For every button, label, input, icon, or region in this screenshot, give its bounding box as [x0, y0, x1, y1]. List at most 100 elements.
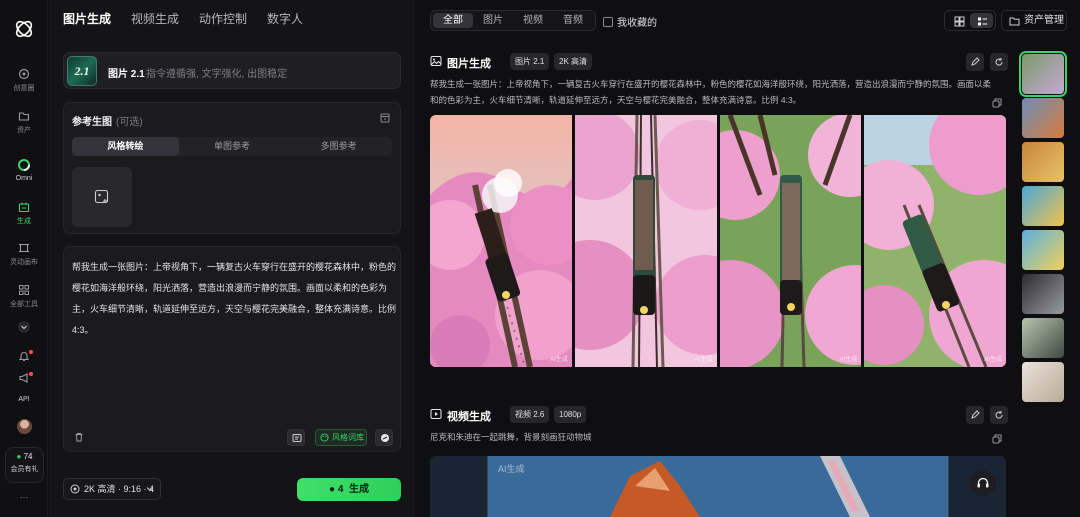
tab-video-generation[interactable]: 视频生成	[131, 10, 179, 28]
chevron-down-icon	[18, 321, 30, 333]
history-thumbnail[interactable]	[1022, 98, 1064, 138]
list-icon	[978, 17, 987, 26]
history-thumbnail[interactable]	[1022, 142, 1064, 182]
mode-multi-reference[interactable]: 多图参考	[285, 137, 392, 156]
history-thumbnail[interactable]	[1022, 186, 1064, 226]
model-selector[interactable]: 2.1 图片 2.1 指令遵循强, 文字强化, 出图稳定	[63, 52, 401, 89]
model-description: 指令遵循强, 文字强化, 出图稳定	[146, 69, 288, 80]
copy-icon[interactable]	[992, 98, 1002, 108]
rail-item-canvas[interactable]: 灵动画布	[0, 242, 48, 267]
trash-icon[interactable]	[74, 432, 84, 442]
history-thumbnail[interactable]	[1022, 362, 1064, 402]
folder-icon	[1009, 17, 1020, 26]
style-library-button[interactable]: 风格词库	[315, 429, 367, 446]
mode-style-transfer[interactable]: 风格转绘	[72, 137, 179, 156]
add-image-icon	[94, 189, 109, 204]
rail-label: 灵动画布	[10, 259, 38, 266]
image-section-title: 图片生成	[447, 58, 491, 70]
avatar[interactable]	[17, 419, 32, 434]
magic-icon	[381, 434, 389, 442]
api-link[interactable]: API	[0, 396, 48, 403]
output-settings-dropdown[interactable]: 2K 高清 · 9:16 · 4	[63, 478, 161, 500]
regenerate-button[interactable]	[990, 53, 1008, 71]
filter-images[interactable]: 图片	[473, 13, 513, 28]
tab-image-generation[interactable]: 图片生成	[63, 10, 111, 28]
model-tag: 图片 2.1	[510, 53, 550, 70]
support-button[interactable]	[970, 470, 996, 496]
announcements-button[interactable]	[0, 372, 48, 387]
announcement-dot	[29, 372, 33, 376]
filter-audio[interactable]: 音频	[553, 13, 593, 28]
model-name: 图片 2.1	[108, 69, 145, 80]
grid-view-button[interactable]	[947, 13, 970, 28]
list-view-button[interactable]	[970, 13, 993, 28]
tab-motion-control[interactable]: 动作控制	[199, 10, 247, 28]
rail-item-assets[interactable]: 资产	[0, 110, 48, 135]
rail-expand-button[interactable]	[0, 320, 48, 337]
refresh-icon	[995, 411, 1003, 419]
video-prompt-text: 尼克和朱迪在一起跳舞，背景刻画狂动物城	[430, 432, 592, 442]
generated-image[interactable]: AI生成	[574, 115, 717, 367]
rail-label: 生成	[17, 218, 31, 225]
credit-drop-icon: ●	[16, 452, 22, 461]
asset-management-label: 资产管理	[1024, 15, 1064, 26]
credits-badge[interactable]: ● 74 会员有礼	[5, 447, 44, 483]
generated-image[interactable]: AI生成	[430, 115, 572, 367]
prompt-editor[interactable]: 帮我生成一张图片：上帝视角下，一辆复古火车穿行在盛开的樱花森林中，粉色的樱花如海…	[63, 246, 401, 452]
chevron-down-icon	[146, 487, 154, 492]
edit-prompt-button[interactable]	[966, 53, 984, 71]
history-thumbnail[interactable]	[1022, 274, 1064, 314]
edit-prompt-button[interactable]	[966, 406, 984, 424]
notifications-button[interactable]	[0, 350, 48, 365]
model-thumbnail: 2.1	[67, 56, 97, 86]
prompt-enhance-button[interactable]	[375, 429, 393, 446]
checkbox[interactable]	[603, 17, 613, 27]
asset-feed: 全部 图片 视频 音频 我收藏的 资产管理 图片生成 图片 2.1 2K 高清 …	[416, 0, 1080, 517]
generate-button[interactable]: ● 4 生成	[297, 478, 401, 501]
history-thumbnail[interactable]	[1022, 318, 1064, 358]
folder-icon	[18, 112, 30, 121]
pencil-icon	[971, 410, 980, 419]
history-thumbnail[interactable]	[1022, 230, 1064, 270]
headset-icon	[977, 477, 989, 488]
ai-watermark: AI生成	[984, 357, 1002, 363]
rail-item-all-tools[interactable]: 全部工具	[0, 284, 48, 309]
view-mode-toggle	[944, 10, 996, 31]
more-button[interactable]: ···	[0, 492, 48, 502]
generated-image[interactable]: AI生成	[864, 115, 1006, 367]
ai-watermark: AI生成	[694, 357, 713, 363]
generation-panel: 图片生成 视频生成 动作控制 数字人 2.1 图片 2.1 指令遵循强, 文字强…	[49, 0, 415, 517]
pencil-icon	[971, 57, 980, 66]
mode-tabs: 图片生成 视频生成 动作控制 数字人	[63, 10, 323, 28]
ai-watermark: AI生成	[839, 357, 858, 363]
grid-icon	[954, 16, 965, 27]
prompt-text[interactable]: 帮我生成一张图片：上帝视角下，一辆复古火车穿行在盛开的樱花森林中，粉色的樱花如海…	[72, 257, 398, 341]
rail-label: 全部工具	[10, 301, 38, 308]
favorites-checkbox[interactable]: 我收藏的	[603, 14, 657, 29]
asset-management-button[interactable]: 资产管理	[1001, 10, 1067, 31]
rail-item-omni[interactable]: Omni	[0, 158, 48, 182]
rail-label: 创意圈	[13, 85, 35, 92]
video-icon	[430, 409, 442, 419]
resolution-tag: 1080p	[554, 406, 587, 423]
generated-image[interactable]: AI生成	[719, 115, 862, 367]
copy-icon[interactable]	[992, 434, 1002, 444]
credits-count: 74	[23, 452, 33, 461]
filter-all[interactable]: 全部	[433, 13, 473, 28]
rail-item-generate[interactable]: 生成	[0, 201, 48, 226]
mode-single-reference[interactable]: 单图参考	[179, 137, 286, 156]
rail-label: 资产	[17, 127, 31, 134]
collapse-icon[interactable]	[380, 113, 390, 123]
tab-digital-human[interactable]: 数字人	[267, 10, 303, 28]
app-logo-icon[interactable]	[13, 18, 35, 40]
filter-videos[interactable]: 视频	[513, 13, 553, 28]
palette-icon	[320, 433, 329, 442]
ai-watermark: AI生成	[550, 357, 568, 363]
prompt-template-button[interactable]	[287, 429, 305, 446]
reference-mode-switch: 风格转绘 单图参考 多图参考	[72, 137, 392, 156]
generated-video[interactable]: AI生成	[430, 456, 1006, 517]
upload-reference-button[interactable]	[72, 167, 132, 227]
history-thumbnail[interactable]	[1019, 51, 1067, 97]
rail-item-inspiration[interactable]: 创意圈	[0, 68, 48, 93]
regenerate-button[interactable]	[990, 406, 1008, 424]
